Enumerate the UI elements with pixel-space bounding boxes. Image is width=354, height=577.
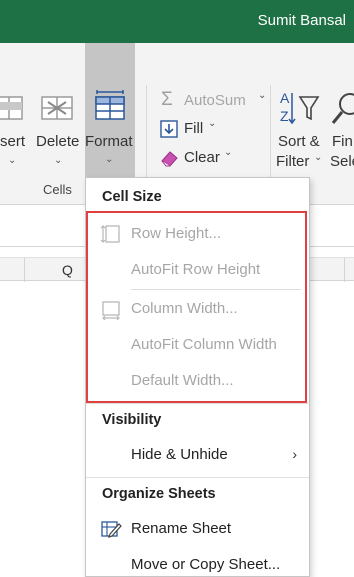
row-height-label: Row Height... bbox=[131, 225, 222, 242]
menu-divider bbox=[86, 403, 309, 404]
fill-caret-icon: ⌄ bbox=[208, 118, 217, 129]
menu-divider bbox=[86, 477, 309, 478]
menu-item-row-height[interactable]: Row Height... bbox=[86, 219, 309, 249]
sigma-icon: Σ bbox=[161, 89, 173, 110]
eraser-icon bbox=[161, 151, 178, 167]
find-select-label-1: Fin bbox=[332, 133, 353, 150]
format-cells-icon bbox=[95, 90, 125, 120]
insert-cells-button[interactable]: sert ⌄ bbox=[0, 43, 30, 173]
sort-filter-label-1: Sort & bbox=[278, 133, 320, 150]
clear-caret-icon: ⌄ bbox=[224, 147, 233, 158]
format-button[interactable]: Format ⌄ bbox=[85, 43, 135, 177]
column-separator bbox=[344, 258, 345, 282]
menu-item-autofit-row-height[interactable]: AutoFit Row Height bbox=[86, 255, 309, 285]
section-visibility: Visibility bbox=[102, 412, 162, 428]
format-label: Format bbox=[85, 133, 133, 150]
autosum-button[interactable]: Σ AutoSum ⌄ bbox=[158, 89, 270, 114]
clear-button[interactable]: Clear ⌄ bbox=[158, 146, 238, 170]
insert-label: sert bbox=[0, 133, 26, 150]
delete-label: Delete bbox=[36, 133, 80, 150]
delete-cells-button[interactable]: Delete ⌄ bbox=[34, 43, 84, 173]
user-name[interactable]: Sumit Bansal bbox=[258, 12, 346, 29]
autofit-row-height-label: AutoFit Row Height bbox=[131, 261, 261, 278]
column-width-label: Column Width... bbox=[131, 300, 238, 317]
clear-label: Clear bbox=[184, 149, 220, 166]
fill-down-icon bbox=[160, 120, 178, 138]
menu-item-autofit-column-width[interactable]: AutoFit Column Width bbox=[86, 330, 309, 360]
move-copy-sheet-label: Move or Copy Sheet... bbox=[131, 556, 281, 573]
column-width-icon bbox=[102, 301, 120, 320]
magnifier-icon bbox=[331, 93, 354, 124]
section-cell-size: Cell Size bbox=[102, 189, 162, 205]
find-select-label-2: Sele bbox=[330, 153, 354, 170]
menu-separator bbox=[131, 289, 301, 290]
column-separator bbox=[24, 258, 25, 282]
title-bar: Sumit Bansal bbox=[0, 0, 354, 43]
insert-caret-icon: ⌄ bbox=[8, 155, 17, 166]
row-height-icon bbox=[100, 225, 120, 243]
fill-label: Fill bbox=[184, 120, 204, 137]
delete-caret-icon: ⌄ bbox=[54, 155, 63, 166]
format-caret-icon: ⌄ bbox=[105, 154, 114, 165]
format-dropdown-menu: Cell Size Row Height... AutoFit Row Heig… bbox=[85, 177, 310, 577]
insert-cells-icon bbox=[0, 96, 23, 120]
svg-text:A: A bbox=[280, 90, 290, 106]
cells-group-label: Cells bbox=[43, 182, 72, 197]
fill-button[interactable]: Fill ⌄ bbox=[158, 118, 228, 142]
find-select-button[interactable]: Fin Sele bbox=[328, 43, 354, 177]
sort-filter-button[interactable]: A Z Sort & Filter ⌄ bbox=[274, 43, 328, 177]
delete-cells-icon bbox=[41, 96, 73, 120]
autosum-label: AutoSum bbox=[184, 92, 246, 109]
sort-filter-label-2: Filter bbox=[276, 153, 310, 170]
autosum-caret-icon: ⌄ bbox=[258, 90, 267, 101]
rename-sheet-label: Rename Sheet bbox=[131, 520, 232, 537]
rename-sheet-icon bbox=[101, 521, 122, 538]
sort-filter-icon: A Z bbox=[280, 90, 320, 125]
default-width-label: Default Width... bbox=[131, 372, 234, 389]
sort-filter-caret-icon: ⌄ bbox=[314, 152, 323, 163]
section-organize-sheets: Organize Sheets bbox=[102, 486, 216, 502]
menu-item-rename-sheet[interactable]: Rename Sheet bbox=[86, 514, 309, 544]
autofit-column-width-label: AutoFit Column Width bbox=[131, 336, 277, 353]
menu-item-move-copy-sheet[interactable]: Move or Copy Sheet... bbox=[86, 550, 309, 577]
menu-item-hide-unhide[interactable]: Hide & Unhide › bbox=[86, 440, 309, 470]
menu-item-column-width[interactable]: Column Width... bbox=[86, 294, 309, 324]
menu-item-default-width[interactable]: Default Width... bbox=[86, 366, 309, 396]
column-header-q[interactable]: Q bbox=[62, 262, 73, 278]
hide-unhide-label: Hide & Unhide bbox=[131, 446, 228, 463]
svg-text:Z: Z bbox=[280, 108, 289, 124]
chevron-right-icon: › bbox=[292, 446, 297, 462]
